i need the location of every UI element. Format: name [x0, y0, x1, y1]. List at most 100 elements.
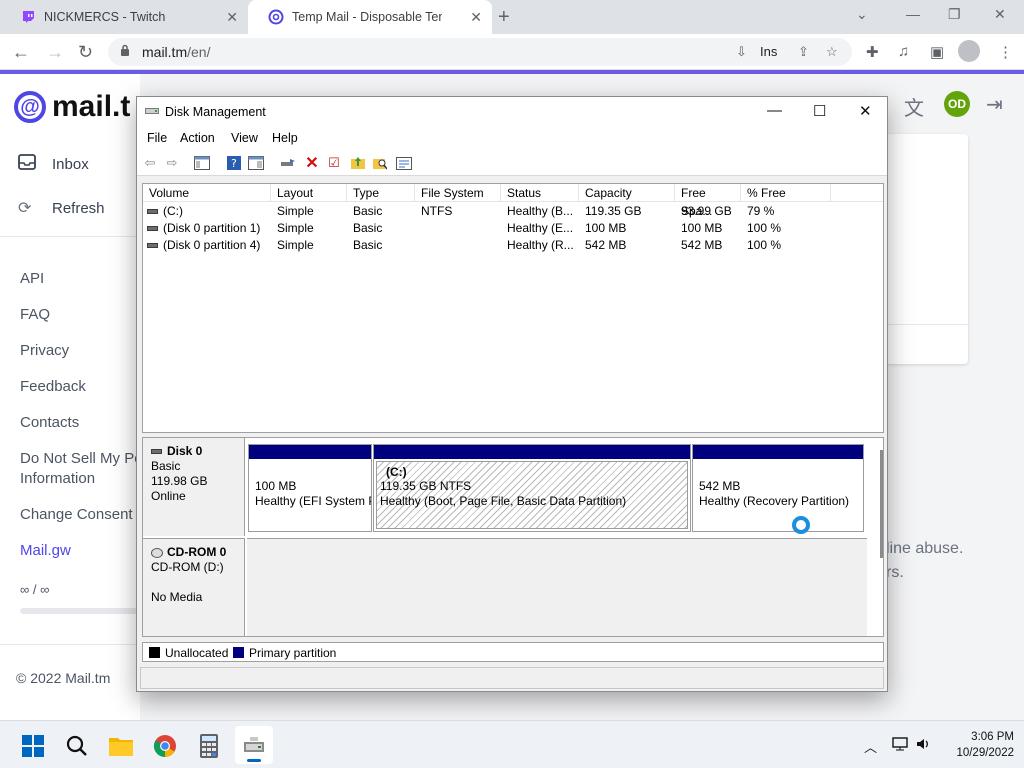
table-row[interactable]: (Disk 0 partition 1) Simple Basic Health…	[143, 220, 883, 237]
title-bar[interactable]: Disk Management — ☐ ✕	[137, 97, 887, 128]
side-panel-icon[interactable]: ▣	[930, 43, 944, 61]
table-row[interactable]: (Disk 0 partition 4) Simple Basic Health…	[143, 237, 883, 254]
share-icon[interactable]: ⇪	[798, 44, 809, 60]
link-do-not-sell[interactable]: Do Not Sell My Pe	[20, 450, 143, 467]
vertical-scrollbar[interactable]	[880, 450, 883, 558]
url-text: mail.tm/en/	[142, 44, 211, 60]
logout-icon[interactable]: ⇥	[986, 92, 1003, 117]
legend: Unallocated Primary partition	[142, 642, 884, 662]
extensions-icon[interactable]: ✚	[866, 43, 879, 61]
search-folder-icon[interactable]	[371, 154, 389, 172]
search-icon[interactable]	[64, 733, 90, 759]
link-feedback[interactable]: Feedback	[20, 378, 86, 395]
delete-icon[interactable]: ✕	[303, 154, 321, 172]
maximize-icon[interactable]: ☐	[813, 102, 826, 120]
close-icon[interactable]: ✕	[859, 102, 872, 120]
link-change-consent[interactable]: Change Consent	[20, 506, 133, 523]
partition-name: (C:)	[386, 465, 407, 479]
nav-refresh[interactable]: ⟳ Refresh	[18, 198, 105, 218]
nav-inbox[interactable]: Inbox	[18, 154, 89, 175]
tab-twitch[interactable]: NICKMERCS - Twitch ✕	[0, 0, 248, 34]
cell-percent: 100 %	[747, 221, 782, 235]
address-bar[interactable]: mail.tm/en/ ⇩ Ins ⇪ ☆	[108, 38, 852, 66]
partition-recovery[interactable]: 542 MB Healthy (Recovery Partition)	[692, 444, 864, 532]
checklist-icon[interactable]: ☑	[325, 154, 343, 172]
system-clock[interactable]: 3:06 PM 10/29/2022	[944, 729, 1014, 761]
restore-icon[interactable]: ❐	[948, 6, 961, 23]
user-avatar[interactable]: OD	[944, 91, 970, 117]
site-logo[interactable]: @ mail.t	[14, 90, 130, 124]
start-icon[interactable]	[20, 733, 46, 759]
partition-efi[interactable]: 100 MB Healthy (EFI System P	[248, 444, 372, 532]
translate-icon[interactable]: 文	[904, 92, 924, 121]
menu-kebab-icon[interactable]: ⋮	[998, 43, 1013, 61]
disk-type: Basic	[151, 459, 181, 473]
minimize-icon[interactable]: —	[906, 6, 920, 22]
link-do-not-sell-line2[interactable]: Information	[20, 470, 95, 487]
link-api[interactable]: API	[20, 270, 44, 287]
menu-bar: File Action View Help	[137, 128, 887, 150]
col-volume[interactable]: Volume	[143, 184, 271, 202]
show-hide-icon[interactable]	[247, 154, 265, 172]
chrome-icon[interactable]	[152, 733, 178, 759]
col-capacity[interactable]: Capacity	[579, 184, 675, 202]
cell-fs: NTFS	[421, 204, 453, 218]
link-contacts[interactable]: Contacts	[20, 414, 79, 431]
mailtm-icon	[268, 9, 284, 25]
file-explorer-icon[interactable]	[108, 733, 134, 759]
properties-icon[interactable]	[395, 154, 413, 172]
partition-c[interactable]: (C:) 119.35 GB NTFS Healthy (Boot, Page …	[373, 444, 691, 532]
clock-date: 10/29/2022	[956, 747, 1014, 759]
connect-drive-icon[interactable]	[279, 154, 297, 172]
browser-tab-strip: NICKMERCS - Twitch ✕ Temp Mail - Disposa…	[0, 0, 1024, 34]
col-type[interactable]: Type	[347, 184, 415, 202]
back-icon[interactable]: ←	[12, 42, 30, 63]
col-file-system[interactable]: File System	[415, 184, 501, 202]
forward-icon[interactable]: →	[46, 42, 64, 63]
tab-title: NICKMERCS - Twitch	[44, 10, 166, 24]
menu-view[interactable]: View	[231, 131, 258, 145]
disk0-label[interactable]: Disk 0 Basic 119.98 GB Online	[143, 438, 245, 536]
link-faq[interactable]: FAQ	[20, 306, 50, 323]
col-layout[interactable]: Layout	[271, 184, 347, 202]
col-free-space[interactable]: Free Spa...	[675, 184, 741, 218]
busy-cursor-icon	[792, 516, 810, 534]
link-privacy[interactable]: Privacy	[20, 342, 69, 359]
back-arrow-icon[interactable]: ⇦	[141, 154, 159, 172]
forward-arrow-icon[interactable]: ⇨	[163, 154, 181, 172]
col-percent-free[interactable]: % Free	[741, 184, 831, 202]
new-tab-button[interactable]: +	[498, 6, 510, 29]
volume-icon[interactable]	[916, 737, 930, 754]
close-tab-icon[interactable]: ✕	[226, 9, 238, 26]
close-tab-icon[interactable]: ✕	[470, 9, 482, 26]
menu-file[interactable]: File	[147, 131, 167, 145]
menu-action[interactable]: Action	[180, 131, 215, 145]
drive-icon	[147, 209, 158, 215]
table-row[interactable]: (C:) Simple Basic NTFS Healthy (B... 119…	[143, 203, 883, 220]
cell-volume: (Disk 0 partition 1)	[147, 221, 269, 235]
disk-management-icon[interactable]	[241, 733, 267, 759]
folder-up-icon[interactable]	[349, 154, 367, 172]
disk-management-window: Disk Management — ☐ ✕ File Action View H…	[136, 96, 888, 692]
cell-type: Basic	[353, 238, 383, 252]
calculator-icon[interactable]	[196, 733, 222, 759]
ins-label[interactable]: Ins	[760, 44, 777, 59]
tab-temp-mail[interactable]: Temp Mail - Disposable Tempora ✕	[248, 0, 492, 34]
minimize-icon[interactable]: —	[767, 102, 782, 119]
close-window-icon[interactable]: ✕	[994, 6, 1006, 23]
tab-search-icon[interactable]: ⌄	[856, 6, 868, 23]
reload-icon[interactable]: ↻	[78, 42, 93, 63]
network-icon[interactable]	[892, 737, 908, 754]
link-mail-gw[interactable]: Mail.gw	[20, 542, 71, 559]
divider	[0, 236, 140, 237]
col-status[interactable]: Status	[501, 184, 579, 202]
media-control-icon[interactable]: ♫	[898, 43, 909, 60]
menu-help[interactable]: Help	[272, 131, 298, 145]
bookmark-star-icon[interactable]: ☆	[826, 44, 838, 60]
profile-avatar-icon[interactable]	[958, 40, 980, 62]
cdrom0-label[interactable]: CD-ROM 0 CD-ROM (D:) No Media	[143, 538, 245, 636]
console-tree-icon[interactable]	[193, 154, 211, 172]
help-icon[interactable]: ?	[225, 154, 243, 172]
install-icon[interactable]: ⇩	[736, 44, 747, 60]
show-hidden-icons-icon[interactable]: ︿	[864, 737, 877, 756]
